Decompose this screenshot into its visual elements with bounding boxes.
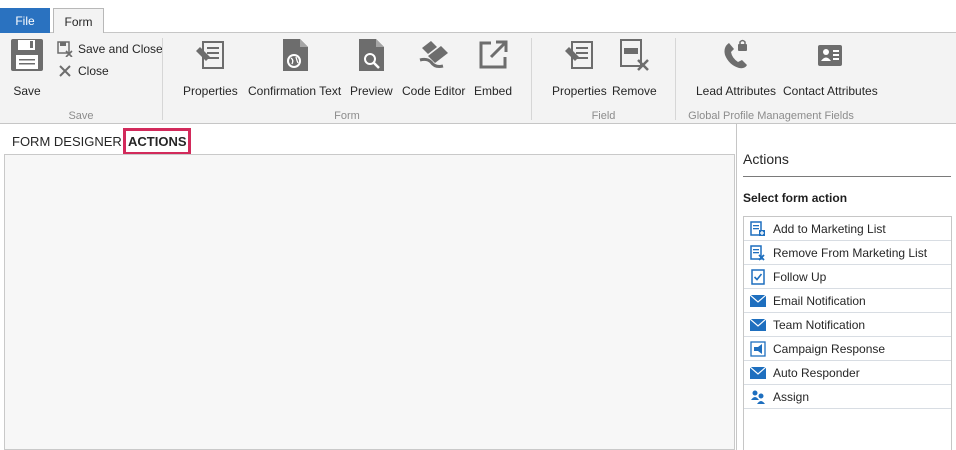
action-label: Add to Marketing List	[773, 221, 886, 236]
confirmation-text-button[interactable]: Confirmation Text	[248, 37, 341, 98]
remove-document-icon	[617, 37, 651, 73]
users-icon	[750, 389, 766, 405]
ribbon-group-form: Properties Confirmation Text Preview Cod…	[163, 33, 531, 124]
tab-file[interactable]: File	[0, 8, 50, 33]
action-label: Auto Responder	[773, 365, 860, 380]
actions-canvas[interactable]	[4, 154, 735, 450]
action-label: Remove From Marketing List	[773, 245, 928, 260]
preview-button[interactable]: Preview	[350, 37, 393, 98]
save-and-close-button[interactable]: Save and Close	[57, 41, 163, 57]
action-email-notification[interactable]: Email Notification	[744, 289, 951, 313]
remove-field-button[interactable]: Remove	[612, 37, 657, 98]
form-designer-area: FORM DESIGNER ACTIONS	[0, 124, 737, 450]
code-editor-label: Code Editor	[402, 84, 466, 98]
save-group-label: Save	[68, 110, 94, 122]
document-globe-icon	[278, 37, 312, 73]
lead-attributes-label: Lead Attributes	[696, 84, 777, 98]
field-properties-button[interactable]: Properties	[552, 37, 607, 98]
floppy-disk-icon	[10, 37, 44, 73]
close-label: Close	[78, 64, 109, 78]
tab-actions[interactable]: ACTIONS	[128, 134, 187, 149]
contact-card-icon	[813, 37, 847, 73]
form-properties-label: Properties	[183, 84, 238, 98]
save-label: Save	[13, 84, 41, 98]
embed-label: Embed	[474, 84, 513, 98]
remove-field-label: Remove	[612, 84, 657, 98]
checklist-icon	[750, 268, 766, 285]
action-auto-responder[interactable]: Auto Responder	[744, 361, 951, 385]
form-properties-button[interactable]: Properties	[183, 37, 238, 98]
action-remove-from-marketing-list[interactable]: Remove From Marketing List	[744, 241, 951, 265]
action-team-notification[interactable]: Team Notification	[744, 313, 951, 337]
action-label: Campaign Response	[773, 341, 886, 356]
document-search-icon	[354, 37, 388, 73]
lead-attributes-button[interactable]: Lead Attributes	[696, 37, 776, 98]
save-and-close-label: Save and Close	[78, 42, 163, 56]
close-icon	[57, 63, 73, 79]
confirmation-text-label: Confirmation Text	[248, 84, 342, 98]
action-label: Team Notification	[773, 317, 866, 332]
action-label: Follow Up	[773, 269, 827, 284]
save-close-icon	[57, 41, 73, 57]
envelope-icon	[750, 365, 766, 381]
action-assign[interactable]: Assign	[744, 385, 951, 409]
panel-title: Actions	[743, 151, 789, 167]
panel-subtitle: Select form action	[743, 191, 848, 205]
tab-form-designer[interactable]: FORM DESIGNER	[12, 134, 122, 149]
ribbon-group-save: Save Save and Close Close Save	[0, 33, 163, 124]
designer-tabs: FORM DESIGNER ACTIONS	[0, 124, 737, 155]
field-group-label: Field	[591, 110, 616, 122]
phone-lock-icon	[719, 37, 753, 73]
action-label: Assign	[773, 389, 810, 404]
add-list-icon	[750, 220, 766, 237]
contact-attributes-label: Contact Attributes	[783, 84, 878, 98]
code-editor-icon	[417, 37, 451, 73]
form-group-label: Form	[334, 110, 360, 122]
ribbon-group-profile: Lead Attributes Contact Attributes Globa…	[676, 33, 878, 124]
contact-attributes-button[interactable]: Contact Attributes	[783, 37, 878, 98]
preview-label: Preview	[350, 84, 393, 98]
megaphone-icon	[750, 340, 766, 357]
tab-form[interactable]: Form	[53, 8, 104, 34]
embed-button[interactable]: Embed	[474, 37, 512, 98]
properties-icon	[193, 37, 227, 73]
panel-divider	[743, 176, 951, 177]
field-properties-label: Properties	[552, 84, 607, 98]
action-follow-up[interactable]: Follow Up	[744, 265, 951, 289]
ribbon-tab-strip: File Form	[0, 0, 956, 34]
action-list: Add to Marketing List Remove From Market…	[743, 216, 952, 450]
remove-list-icon	[750, 244, 766, 261]
save-button[interactable]: Save	[10, 37, 44, 98]
properties-icon	[562, 37, 596, 73]
ribbon-group-field: Properties Remove Field	[532, 33, 675, 124]
envelope-icon	[750, 293, 766, 309]
external-link-icon	[476, 37, 510, 73]
ribbon: Save Save and Close Close Save Propertie…	[0, 33, 956, 124]
envelope-icon	[750, 317, 766, 333]
action-add-to-marketing-list[interactable]: Add to Marketing List	[744, 217, 951, 241]
profile-group-label: Global Profile Management Fields	[688, 110, 854, 122]
code-editor-button[interactable]: Code Editor	[402, 37, 465, 98]
close-button[interactable]: Close	[57, 63, 109, 79]
actions-panel: Actions Select form action Add to Market…	[738, 124, 956, 450]
action-campaign-response[interactable]: Campaign Response	[744, 337, 951, 361]
action-label: Email Notification	[773, 293, 866, 308]
